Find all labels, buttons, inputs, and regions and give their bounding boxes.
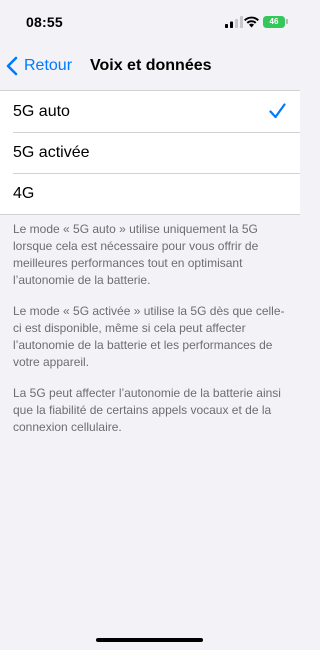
description-paragraph-battery: La 5G peut affecter l’autonomie de la ba…: [13, 386, 281, 434]
status-bar: 08:55 46: [0, 0, 300, 44]
option-5g-activee[interactable]: 5G activée: [0, 132, 300, 173]
home-indicator[interactable]: [96, 638, 203, 642]
battery-cap: [286, 19, 288, 24]
option-4g[interactable]: 4G: [0, 173, 300, 214]
page-title: Voix et données: [90, 57, 212, 74]
cellular-signal-icon: [225, 16, 243, 28]
battery-level: 46: [269, 17, 279, 26]
option-label: 5G activée: [13, 144, 90, 161]
options-description: Le mode « 5G auto » utilise uniquement l…: [13, 221, 285, 450]
battery-icon: 46: [263, 16, 285, 28]
description-paragraph-5g-activee: Le mode « 5G activée » utilise la 5G dès…: [13, 304, 285, 369]
description-paragraph-5g-auto: Le mode « 5G auto » utilise uniquement l…: [13, 222, 259, 287]
checkmark-icon: [269, 103, 286, 119]
back-label: Retour: [24, 57, 73, 74]
wifi-icon: [244, 16, 259, 28]
navigation-bar: Retour Voix et données: [0, 44, 300, 88]
status-time: 08:55: [26, 14, 63, 30]
option-label: 4G: [13, 185, 35, 202]
back-button[interactable]: Retour: [6, 44, 72, 88]
option-label: 5G auto: [13, 103, 70, 120]
network-options-list: 5G auto 5G activée 4G: [0, 90, 300, 215]
chevron-left-icon: [6, 56, 18, 76]
option-5g-auto[interactable]: 5G auto: [0, 91, 300, 132]
